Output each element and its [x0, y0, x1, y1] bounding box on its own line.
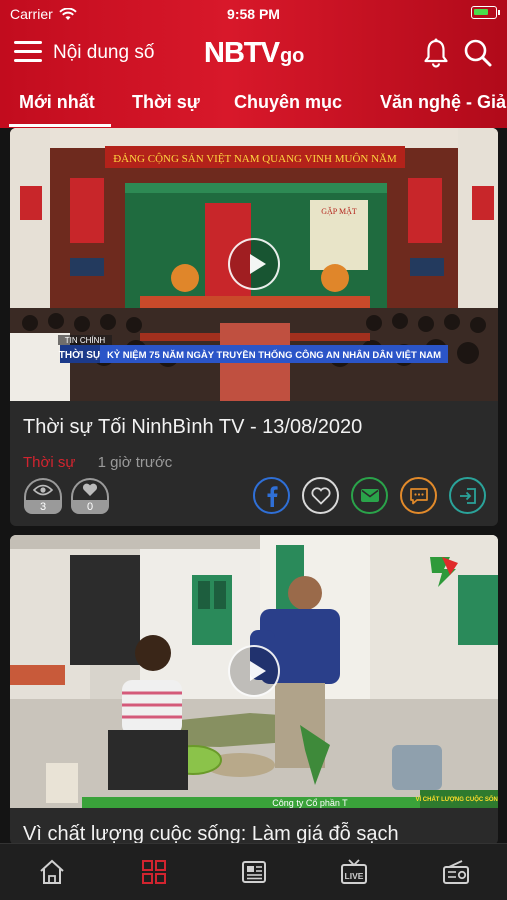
thumb-program: THỜI SỰ: [59, 348, 102, 361]
tab-chuyen-muc[interactable]: Chuyên mục: [234, 92, 342, 113]
play-button[interactable]: [228, 645, 280, 697]
tab-moi-nhat[interactable]: Mới nhất: [9, 92, 111, 127]
news-icon[interactable]: [240, 858, 268, 886]
bell-icon[interactable]: [422, 38, 450, 68]
video-title[interactable]: Thời sự Tối NinhBình TV - 13/08/2020: [23, 416, 362, 439]
page-title: Nội dung số: [53, 42, 155, 63]
grid-icon[interactable]: [140, 858, 168, 886]
svg-text:LIVE: LIVE: [345, 871, 364, 881]
facebook-share-button[interactable]: [253, 477, 290, 514]
open-external-button[interactable]: [449, 477, 486, 514]
thumb-sign: GẶP MẶT: [321, 207, 357, 216]
thumb-banner: ĐẢNG CỘNG SẢN VIỆT NAM QUANG VINH MUÔN N…: [113, 153, 397, 165]
view-count: 3: [24, 500, 62, 514]
video-title[interactable]: Vì chất lượng cuộc sống: Làm giá đỗ sạch: [23, 823, 399, 845]
video-thumbnail[interactable]: Công ty Cổ phần T VÌ CHẤT LƯỢNG CUỘC SỐN…: [10, 535, 498, 808]
thumb-program-label: TIN CHÍNH: [65, 336, 106, 345]
video-card[interactable]: Công ty Cổ phần T VÌ CHẤT LƯỢNG CUỘC SỐN…: [10, 535, 498, 845]
login-arrow-icon: [459, 487, 476, 504]
play-button[interactable]: [228, 238, 280, 290]
top-header: Carrier 9:58 PM Nội dung số NBTV go Mới …: [0, 0, 507, 128]
heart-outline-icon: [310, 486, 331, 505]
nav-bar: Nội dung số NBTV go: [0, 28, 507, 76]
live-icon[interactable]: LIVE: [340, 858, 368, 886]
bottom-nav: LIVE: [0, 843, 507, 900]
battery-icon: [471, 6, 500, 19]
facebook-icon: [267, 485, 278, 507]
mail-share-button[interactable]: [351, 477, 388, 514]
video-time-ago: 1 giờ trước: [97, 454, 173, 471]
tab-thoi-su[interactable]: Thời sự: [132, 92, 200, 113]
comment-button[interactable]: [400, 477, 437, 514]
video-card[interactable]: ĐẢNG CỘNG SẢN VIỆT NAM QUANG VINH MUÔN N…: [10, 128, 498, 526]
like-counter: 0: [71, 478, 109, 514]
thumb-ticker: Công ty Cổ phần T: [272, 798, 348, 808]
video-thumbnail[interactable]: ĐẢNG CỘNG SẢN VIỆT NAM QUANG VINH MUÔN N…: [10, 128, 498, 401]
video-category[interactable]: Thời sự: [23, 454, 75, 471]
app-screen: Carrier 9:58 PM Nội dung số NBTV go Mới …: [0, 0, 507, 900]
eye-icon: [33, 484, 53, 496]
thumb-ticker-tag: VÌ CHẤT LƯỢNG CUỘC SỐNG: [415, 795, 498, 803]
home-icon[interactable]: [38, 858, 66, 886]
favorite-button[interactable]: [302, 477, 339, 514]
logo-sub-text: go: [279, 45, 305, 67]
thumb-caption: KỶ NIỆM 75 NĂM NGÀY TRUYỀN THỐNG CÔNG AN…: [107, 349, 441, 361]
comment-icon: [409, 487, 428, 504]
menu-icon[interactable]: [14, 41, 42, 63]
tab-van-nghe[interactable]: Văn nghệ - Giả: [380, 92, 506, 113]
heart-filled-icon: [82, 483, 98, 496]
category-tabs: Mới nhất Thời sự Chuyên mục Văn nghệ - G…: [0, 84, 507, 128]
mail-icon: [360, 489, 379, 502]
like-count: 0: [71, 500, 109, 514]
radio-icon[interactable]: [442, 858, 470, 886]
search-icon[interactable]: [463, 38, 493, 68]
nbtv-logo[interactable]: NBTV go: [204, 36, 304, 70]
status-bar: Carrier 9:58 PM: [0, 0, 507, 28]
logo-main-text: NBTV: [204, 37, 280, 69]
video-meta: Thời sự 1 giờ trước: [23, 454, 172, 471]
view-counter: 3: [24, 478, 62, 514]
status-time: 9:58 PM: [227, 6, 280, 22]
